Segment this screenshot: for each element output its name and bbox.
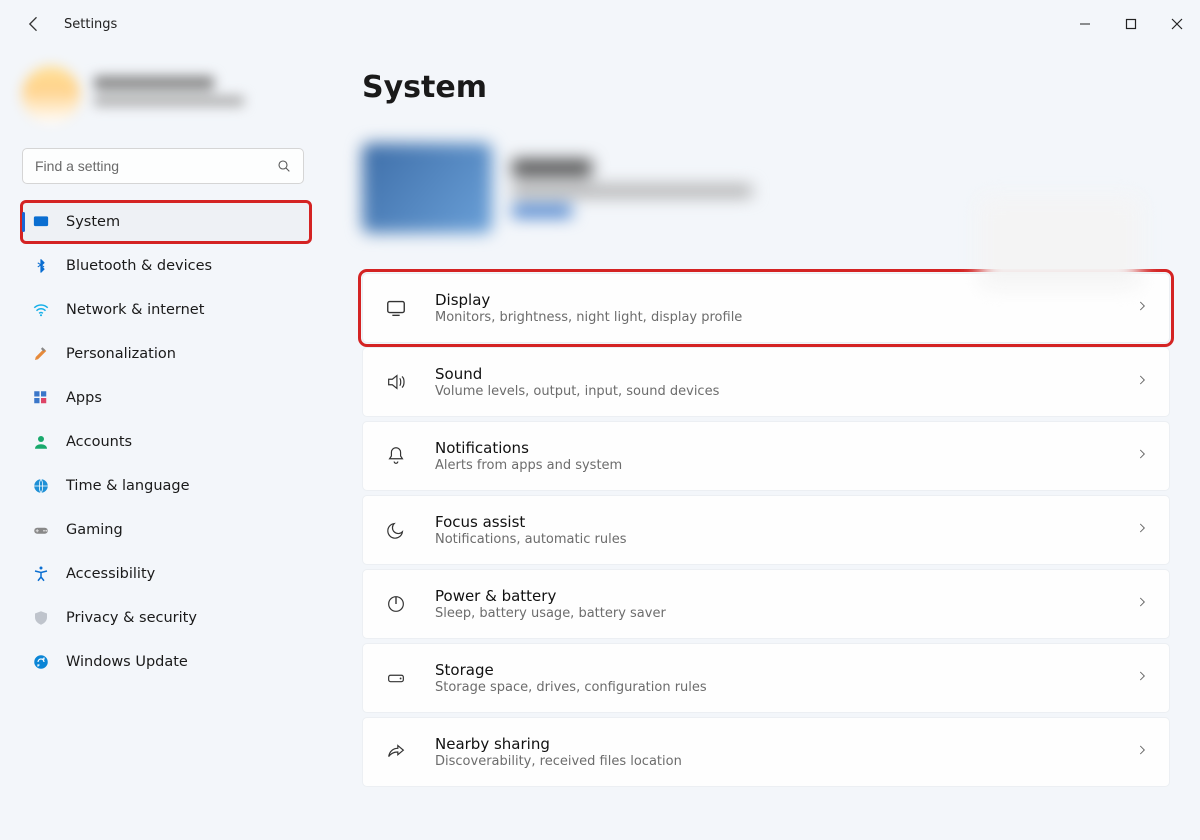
card-title: Focus assist [435, 513, 1135, 531]
sidebar-item-accounts[interactable]: Accounts [22, 422, 310, 462]
sidebar-item-network[interactable]: Network & internet [22, 290, 310, 330]
settings-card-nearby[interactable]: Nearby sharingDiscoverability, received … [362, 717, 1170, 787]
content-area: System DisplayMonitors, brightness, nigh… [320, 48, 1200, 840]
card-text: SoundVolume levels, output, input, sound… [435, 365, 1135, 399]
accessibility-icon [32, 565, 50, 583]
sidebar-item-apps[interactable]: Apps [22, 378, 310, 418]
sidebar-item-personalization[interactable]: Personalization [22, 334, 310, 374]
card-title: Storage [435, 661, 1135, 679]
bluetooth-icon [32, 257, 50, 275]
account-summary-blurred [22, 48, 310, 148]
card-subtitle: Monitors, brightness, night light, displ… [435, 310, 1135, 325]
update-icon [32, 653, 50, 671]
sidebar-item-label: Accessibility [66, 566, 155, 582]
globe-icon [32, 477, 50, 495]
avatar [22, 66, 80, 124]
search-input[interactable] [22, 148, 304, 184]
close-button[interactable] [1154, 0, 1200, 48]
card-text: Nearby sharingDiscoverability, received … [435, 735, 1135, 769]
share-icon [383, 741, 409, 763]
card-text: NotificationsAlerts from apps and system [435, 439, 1135, 473]
sidebar-item-privacy[interactable]: Privacy & security [22, 598, 310, 638]
apps-icon [32, 389, 50, 407]
sidebar-item-label: Network & internet [66, 302, 204, 318]
sidebar-item-label: Windows Update [66, 654, 188, 670]
card-subtitle: Alerts from apps and system [435, 458, 1135, 473]
page-title: System [362, 70, 1170, 105]
sidebar-item-label: Accounts [66, 434, 132, 450]
sidebar-item-label: System [66, 214, 120, 230]
person-icon [32, 433, 50, 451]
card-text: StorageStorage space, drives, configurat… [435, 661, 1135, 695]
sidebar-item-label: Apps [66, 390, 102, 406]
settings-card-power[interactable]: Power & batterySleep, battery usage, bat… [362, 569, 1170, 639]
card-title: Sound [435, 365, 1135, 383]
minimize-button[interactable] [1062, 0, 1108, 48]
monitor-icon [383, 297, 409, 319]
sidebar-item-label: Gaming [66, 522, 123, 538]
card-title: Power & battery [435, 587, 1135, 605]
titlebar: Settings [0, 0, 1200, 48]
moon-icon [383, 519, 409, 541]
sidebar-item-bluetooth[interactable]: Bluetooth & devices [22, 246, 310, 286]
settings-card-notifications[interactable]: NotificationsAlerts from apps and system [362, 421, 1170, 491]
card-subtitle: Storage space, drives, configuration rul… [435, 680, 1135, 695]
window-controls [1062, 0, 1200, 48]
search-container [22, 148, 304, 184]
sidebar-item-label: Time & language [66, 478, 190, 494]
sidebar-item-accessibility[interactable]: Accessibility [22, 554, 310, 594]
gamepad-icon [32, 521, 50, 539]
card-title: Display [435, 291, 1135, 309]
card-title: Nearby sharing [435, 735, 1135, 753]
sidebar-item-label: Privacy & security [66, 610, 197, 626]
shield-icon [32, 609, 50, 627]
sidebar-item-update[interactable]: Windows Update [22, 642, 310, 682]
sidebar-item-system[interactable]: System [22, 202, 310, 242]
search-icon [276, 158, 292, 174]
chevron-right-icon [1135, 743, 1149, 761]
chevron-right-icon [1135, 373, 1149, 391]
chevron-right-icon [1135, 521, 1149, 539]
card-title: Notifications [435, 439, 1135, 457]
sidebar-item-time[interactable]: Time & language [22, 466, 310, 506]
card-text: DisplayMonitors, brightness, night light… [435, 291, 1135, 325]
settings-card-focus[interactable]: Focus assistNotifications, automatic rul… [362, 495, 1170, 565]
power-icon [383, 593, 409, 615]
maximize-button[interactable] [1108, 0, 1154, 48]
card-subtitle: Sleep, battery usage, battery saver [435, 606, 1135, 621]
window-title: Settings [64, 17, 117, 32]
bell-icon [383, 445, 409, 467]
chevron-right-icon [1135, 669, 1149, 687]
settings-cards-list: DisplayMonitors, brightness, night light… [362, 273, 1170, 787]
drive-icon [383, 667, 409, 689]
settings-card-sound[interactable]: SoundVolume levels, output, input, sound… [362, 347, 1170, 417]
wifi-icon [32, 301, 50, 319]
card-text: Power & batterySleep, battery usage, bat… [435, 587, 1135, 621]
nav-list: System Bluetooth & devices Network & inter… [22, 202, 310, 682]
sidebar-item-label: Personalization [66, 346, 176, 362]
paintbrush-icon [32, 345, 50, 363]
sidebar: System Bluetooth & devices Network & inter… [0, 48, 320, 840]
card-subtitle: Discoverability, received files location [435, 754, 1135, 769]
chevron-right-icon [1135, 447, 1149, 465]
system-icon [32, 213, 50, 231]
card-subtitle: Volume levels, output, input, sound devi… [435, 384, 1135, 399]
chevron-right-icon [1135, 595, 1149, 613]
card-subtitle: Notifications, automatic rules [435, 532, 1135, 547]
chevron-right-icon [1135, 299, 1149, 317]
sidebar-item-gaming[interactable]: Gaming [22, 510, 310, 550]
speaker-icon [383, 371, 409, 393]
settings-card-storage[interactable]: StorageStorage space, drives, configurat… [362, 643, 1170, 713]
card-text: Focus assistNotifications, automatic rul… [435, 513, 1135, 547]
back-button[interactable] [24, 14, 44, 34]
sidebar-item-label: Bluetooth & devices [66, 258, 212, 274]
blurred-panel [980, 198, 1140, 288]
